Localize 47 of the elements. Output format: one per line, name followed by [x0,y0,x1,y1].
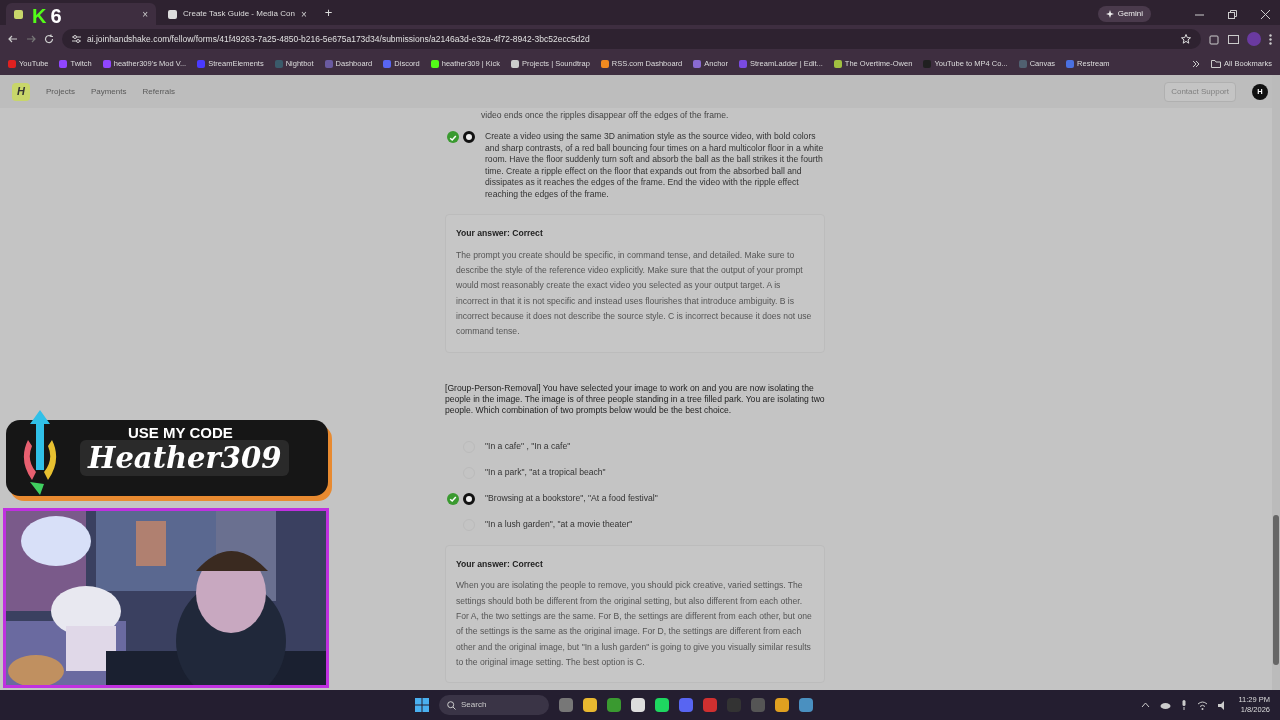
overlay-badge-text: 6 [50,6,62,26]
option-text: Create a video using the same 3D animation style as the source video, with bold colors and sharp contrasts, of a red ball bouncing four times on a hard multicolor floor in a white room. Have the floor suddenly turn soft and absorb the ball as the ball strikes it the fourth time. Create a ripple effect on the floor that expands out from the absorbed ball and dissipates as it reaches the edges of the frame. End the video with the ripple effect reaching the edges of the frame. [485,131,825,200]
close-icon[interactable] [1261,10,1270,19]
option-text: "In a cafe" , "In a cafe" [485,440,571,453]
favicon-icon [14,9,23,19]
close-tab-button[interactable]: × [300,6,307,22]
site-logo[interactable]: H [12,82,30,101]
question-text: video ends once the ripples disappear off the edges of the frame. [481,110,730,121]
option-text: "In a lush garden", "at a movie theater" [485,518,633,531]
feedback-heading: Your answer: Correct [456,227,544,240]
address-bar[interactable]: ai.joinhandshake.com/fellow/forms/41f49263-7a25-4850-b216-5e675a173d34/submissions/a2146a3d-e32a-4f72-8942-3bc52ecc5d2d [62,29,1201,49]
taskbar-search[interactable]: Search [439,695,549,715]
restore-icon[interactable] [1228,10,1237,19]
forward-icon[interactable] [26,34,36,44]
nav-link[interactable]: Payments [90,85,127,98]
promo-code: Heather309 [80,440,290,476]
more-icon[interactable] [1269,33,1272,45]
close-tab-button[interactable]: × [142,6,148,22]
favicon-icon [168,9,177,19]
nav-link[interactable]: Referrals [142,85,175,98]
option-text: "Browsing at a bookstore", "At a food festival" [485,492,658,505]
feedback-text: When you are isolating the people to remove, you should pick creative, varied settings. The settings should both be different from the original setting, but also different from each other. For A, the two settings are the same. For B, the settings are different from each other, but one of the settings is the same as the original image. For D, the settings are different from each other and the original image, but "In a lush garden" is going to give you visually similar results to the original image setting. The best option is C. [456,579,813,669]
scrollbar-thumb[interactable] [1273,515,1279,665]
overlay-badge-text: K [32,6,47,26]
promo-heading: USE MY CODE [128,423,233,443]
cloud-icon[interactable] [1160,701,1172,709]
wifi-icon[interactable] [1197,700,1209,710]
windows-start-icon[interactable] [415,698,429,712]
feedback-text: The prompt you create should be specific, in command tense, and detailed. Make sure to describe the style of the reference video explicitly. Make sure that the output of your prompt would most reasonably create the exact video you selected as your output target. A is incorrect in that it is not specific and instead uses flourishes that introduce ambiguity. B is incorrect because it does not describe the source style. C is incorrect because it does not use command tense. [456,248,813,339]
new-tab-button[interactable]: + [318,2,339,22]
gemini-button[interactable]: Gemini [1097,6,1151,22]
site-settings-icon [72,35,81,43]
question-text: [Group-Person-Removal] You have selected your image to work on and you are now isolating the people in the image. The image is of three people standing in a tree filled park. You are isolating two people. Which combination of two prompts below would be the best choice. [445,382,825,417]
star-icon[interactable] [1181,34,1191,44]
back-icon[interactable] [8,34,18,44]
feedback-heading: Your answer: Correct [456,557,544,571]
sparkle-icon [1105,10,1114,18]
radio-button[interactable] [463,492,475,505]
search-icon [447,700,456,710]
browser-tab[interactable]: Create Task Guide - Media Con × [160,3,315,25]
reload-icon[interactable] [44,34,54,44]
microphone-icon[interactable] [1181,700,1188,710]
nav-link[interactable]: Projects [46,85,75,98]
chevron-up-icon[interactable] [1141,702,1151,708]
chevron-icon[interactable] [1192,60,1201,68]
option-text: "In a park", "at a tropical beach" [485,466,606,479]
radio-button[interactable] [463,131,475,143]
